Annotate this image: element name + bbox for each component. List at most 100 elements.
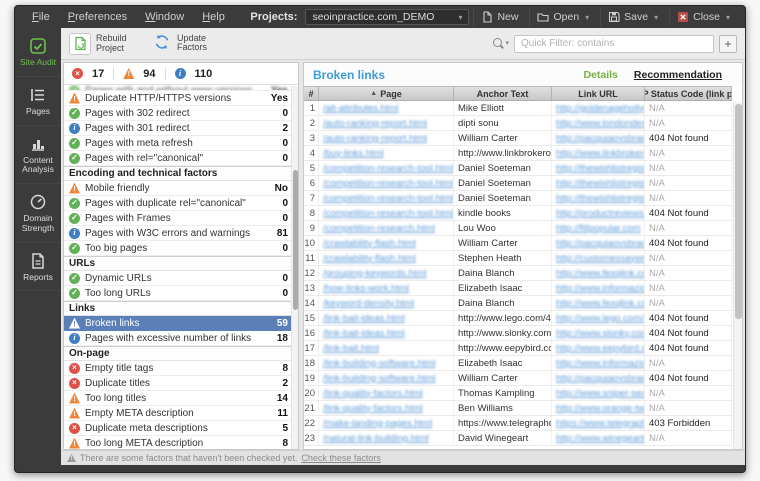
page-link[interactable]: /link-building-software.html: [323, 358, 435, 369]
column-header-number[interactable]: #: [304, 87, 319, 100]
link-url[interactable]: http://www.informazionit...: [556, 283, 645, 294]
table-row[interactable]: 12/grouping-keywords.htmlDaina Blanchhtt…: [304, 266, 732, 281]
link-url[interactable]: http://thewishlistregistry...: [556, 178, 645, 189]
table-row[interactable]: 6/competition-research-tool.htmlDaniel S…: [304, 176, 732, 191]
table-row[interactable]: 23/natural-link-building.htmlDavid Wineg…: [304, 431, 732, 446]
factor-row[interactable]: iPages with 301 redirect2: [64, 121, 298, 136]
factor-row[interactable]: ✓Too big pages0: [64, 241, 298, 256]
sidebar-item-domain-strength[interactable]: Domain Strength: [15, 184, 61, 243]
table-row[interactable]: 9/competition-research.htmlLou Woohttp:/…: [304, 221, 732, 236]
sidebar-item-pages[interactable]: Pages: [15, 77, 61, 126]
link-url[interactable]: http://www.sniper-seo-s...: [556, 388, 645, 399]
link-url[interactable]: http://www.slonky.com/4...: [556, 328, 645, 339]
factor-row[interactable]: ×Duplicate titles2: [64, 376, 298, 391]
link-url[interactable]: http://www.lego.com/404: [556, 313, 645, 324]
save-project-button[interactable]: Save: [600, 8, 665, 26]
menu-window[interactable]: Window: [136, 9, 193, 25]
factor-row[interactable]: iPages with excessive number of links18: [64, 331, 298, 346]
factor-row[interactable]: ✓Pages with 302 redirect0: [64, 106, 298, 121]
page-link[interactable]: /keyword-density.html: [323, 298, 414, 309]
factor-row[interactable]: !Empty META description11: [64, 406, 298, 421]
page-link[interactable]: /link-bait-ideas.html: [323, 328, 405, 339]
table-scrollbar[interactable]: [733, 102, 742, 449]
page-link[interactable]: /link-bait.html: [323, 343, 379, 354]
factor-row[interactable]: !Duplicate HTTP/HTTPS versionsYes: [64, 91, 298, 106]
menu-preferences[interactable]: Preferences: [59, 9, 136, 25]
link-url[interactable]: https://www.telegraphde...: [556, 418, 645, 429]
page-link[interactable]: /natural-link-building.html: [323, 433, 429, 444]
factor-row[interactable]: !Mobile friendlyNo: [64, 181, 298, 196]
page-link[interactable]: /how-links-work.html: [323, 283, 409, 294]
sidebar-item-reports[interactable]: Reports: [15, 243, 61, 292]
column-header-link-url[interactable]: Link URL: [552, 87, 645, 100]
details-link[interactable]: Details: [583, 69, 617, 81]
table-row[interactable]: 5/competition-research-tool.htmlDaniel S…: [304, 161, 732, 176]
table-row[interactable]: 2/auto-ranking-report.htmldipti sonuhttp…: [304, 116, 732, 131]
table-row[interactable]: 16/link-bait-ideas.htmlhttp://www.slonky…: [304, 326, 732, 341]
factor-row[interactable]: ✓Pages with Frames0: [64, 211, 298, 226]
factor-row[interactable]: !Too long META description8: [64, 436, 298, 449]
page-link[interactable]: /link-building-software.html: [323, 373, 435, 384]
link-url[interactable]: http://www.fexqlink.com: [556, 298, 645, 309]
page-link[interactable]: /competition-research-tool.html: [323, 178, 453, 189]
table-row[interactable]: 17/link-bait.htmlhttp://www.eepybird.com…: [304, 341, 732, 356]
page-link[interactable]: /crawlability-flash.html: [323, 238, 416, 249]
table-row[interactable]: 13/how-links-work.htmlElizabeth Isaachtt…: [304, 281, 732, 296]
table-row[interactable]: 3/auto-ranking-report.htmlWilliam Carter…: [304, 131, 732, 146]
page-link[interactable]: /link-quality-factors.html: [323, 403, 423, 414]
table-row[interactable]: 14/keyword-density.htmlDaina Blanchhttp:…: [304, 296, 732, 311]
sidebar-item-content-analysis[interactable]: Content Analysis: [15, 126, 61, 185]
table-row[interactable]: 22/make-landing-pages.htmlhttps://www.te…: [304, 416, 732, 431]
link-url[interactable]: http://www.informazionit...: [556, 358, 645, 369]
close-project-button[interactable]: Close: [669, 8, 737, 26]
page-link[interactable]: /competition-research-tool.html: [323, 208, 453, 219]
factor-row[interactable]: ✓Pages with duplicate rel="canonical"0: [64, 196, 298, 211]
page-link[interactable]: /link-bait-ideas.html: [323, 313, 405, 324]
table-row[interactable]: 8/competition-research-tool.htmlkindle b…: [304, 206, 732, 221]
link-url[interactable]: http://thewishlistregistry...: [556, 193, 645, 204]
factor-row[interactable]: ×Duplicate meta descriptions5: [64, 421, 298, 436]
rebuild-project-button[interactable]: Rebuild Project: [69, 33, 136, 55]
table-row[interactable]: 4/buy-links.htmlhttp://www.linkbrokeronl…: [304, 146, 732, 161]
new-project-button[interactable]: New: [473, 8, 525, 26]
page-link[interactable]: /link-quality-factors.html: [323, 388, 423, 399]
factor-row[interactable]: ✓Too long URLs0: [64, 286, 298, 301]
table-row[interactable]: 11/crawlability-flash.htmlStephen Heathh…: [304, 251, 732, 266]
link-url[interactable]: http://pacquiaovsbradley...: [556, 133, 645, 144]
menu-help[interactable]: Help: [193, 9, 234, 25]
link-url[interactable]: http://pacquiaovsbradley...: [556, 373, 645, 384]
recommendation-link[interactable]: Recommendation: [634, 69, 722, 81]
project-dropdown[interactable]: seoinpractice.com_DEMO: [305, 9, 469, 25]
factor-row[interactable]: ✓Pages with meta refresh0: [64, 136, 298, 151]
page-link[interactable]: /grouping-keywords.html: [323, 268, 427, 279]
link-url[interactable]: http://thewishlistregistry...: [556, 163, 645, 174]
page-link[interactable]: /alt-attributes.html: [323, 103, 399, 114]
link-url[interactable]: http://fillpopular.com: [556, 223, 641, 234]
page-link[interactable]: /auto-ranking-report.html: [323, 133, 427, 144]
link-url[interactable]: http://www.orange-twist...: [556, 403, 645, 414]
table-row[interactable]: 1/alt-attributes.htmlMike Elliotthttp://…: [304, 101, 732, 116]
link-url[interactable]: http://www.winegeartent...: [556, 433, 645, 444]
table-row[interactable]: 10/crawlability-flash.htmlWilliam Carter…: [304, 236, 732, 251]
page-link[interactable]: /competition-research-tool.html: [323, 193, 453, 204]
page-link[interactable]: /crawlability-flash.html: [323, 253, 416, 264]
table-row[interactable]: 20/link-quality-factors.htmlThomas Kampl…: [304, 386, 732, 401]
quick-filter-input[interactable]: [514, 35, 714, 53]
link-url[interactable]: http://www.linkbrokeronl...: [556, 148, 645, 159]
factor-panel-scrollbar[interactable]: [291, 86, 298, 449]
factor-row[interactable]: !Broken links59: [64, 316, 298, 331]
factor-row[interactable]: ×Empty title tags8: [64, 361, 298, 376]
open-project-button[interactable]: Open: [529, 8, 596, 26]
factor-row[interactable]: ✓Dynamic URLs0: [64, 271, 298, 286]
table-row[interactable]: 15/link-bait-ideas.htmlhttp://www.lego.c…: [304, 311, 732, 326]
page-link[interactable]: /competition-research.html: [323, 223, 435, 234]
column-header-page[interactable]: ▲ Page: [319, 87, 454, 100]
link-url[interactable]: http://www.fexqlink.com: [556, 268, 645, 279]
sidebar-item-site-audit[interactable]: Site Audit: [15, 28, 61, 77]
table-row[interactable]: 21/link-quality-factors.htmlBen Williams…: [304, 401, 732, 416]
column-header-status-code[interactable]: HTTP Status Code (link page): [645, 87, 732, 100]
page-link[interactable]: /make-landing-pages.html: [323, 418, 432, 429]
link-url[interactable]: http://productreviews.co...: [556, 208, 645, 219]
factor-row[interactable]: !Too long titles14: [64, 391, 298, 406]
factor-row[interactable]: ✓Pages with rel="canonical"0: [64, 151, 298, 166]
